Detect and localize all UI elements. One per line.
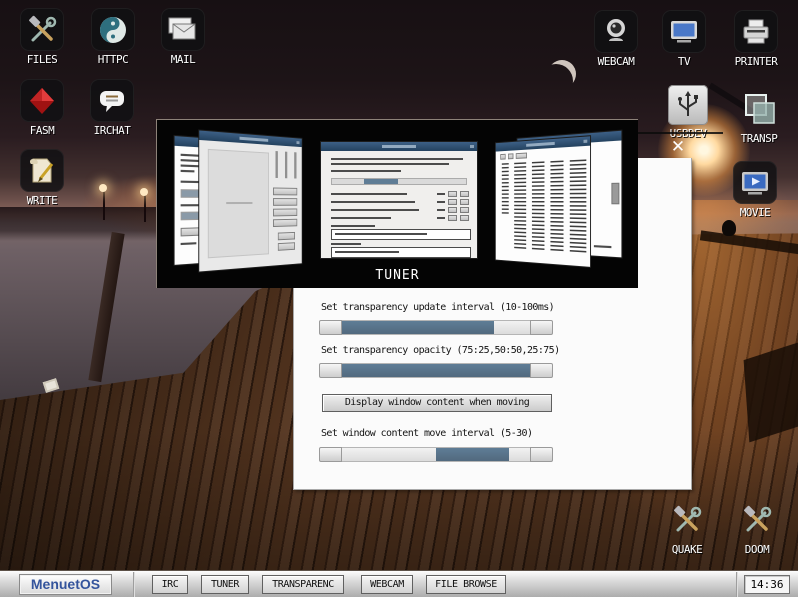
- update-interval-label: Set transparency update interval (10-100…: [321, 302, 555, 313]
- desktop-icon-irchat[interactable]: IRCHAT: [84, 79, 140, 137]
- webcam-icon: [594, 10, 638, 53]
- preview-file-listing: [496, 155, 590, 256]
- slider-track[interactable]: [342, 447, 530, 462]
- update-interval-slider[interactable]: [319, 320, 553, 335]
- usb-icon: [668, 85, 708, 125]
- deck-marker: [42, 378, 60, 393]
- icon-label: QUAKE: [671, 543, 703, 556]
- desktop-icon-files[interactable]: FILES: [14, 8, 70, 66]
- tools-icon: [665, 498, 709, 541]
- tools-icon: [735, 498, 779, 541]
- desktop-icon-printer[interactable]: PRINTER: [728, 10, 784, 68]
- icon-label: FILES: [26, 53, 58, 66]
- desktop-icon-doom[interactable]: DOOM: [729, 498, 785, 556]
- lamp-post: [103, 190, 105, 220]
- icon-label: MOVIE: [739, 206, 771, 219]
- play-screen-icon: [733, 161, 777, 204]
- lamp-light: [140, 188, 148, 196]
- icon-label: MAIL: [170, 53, 196, 66]
- window-preview-selected[interactable]: [320, 141, 478, 259]
- slider-right-cap[interactable]: [530, 447, 553, 462]
- preview-scrollbar: [611, 182, 620, 205]
- slider-right-cap[interactable]: [530, 363, 553, 378]
- window-preview-left[interactable]: [173, 127, 303, 274]
- desktop-icon-write[interactable]: WRITE: [14, 149, 70, 207]
- desktop-icon-mail[interactable]: MAIL: [155, 8, 211, 66]
- bird-silhouette: [722, 220, 736, 236]
- crescent-moon-icon: [548, 60, 576, 88]
- icon-label: WRITE: [26, 194, 58, 207]
- envelope-icon: [161, 8, 205, 51]
- desktop-icon-tv[interactable]: TV: [656, 10, 712, 68]
- slider-fill: [342, 321, 495, 334]
- opacity-label: Set transparency opacity (75:25,50:50,25…: [321, 345, 560, 356]
- desktop-wallpaper: FILES HTTPC MAIL FASM IRCHAT WRITE WEBCAM TV PRI…: [0, 0, 798, 570]
- desktop-icon-httpc[interactable]: HTTPC: [85, 8, 141, 66]
- slider-left-cap[interactable]: [319, 320, 342, 335]
- overlap-squares-icon: [737, 87, 781, 130]
- desktop-icon-movie[interactable]: MOVIE: [727, 161, 783, 219]
- preview-front-window: [494, 135, 592, 268]
- icon-label: DOOM: [744, 543, 770, 556]
- menuetos-screen: FILES HTTPC MAIL FASM IRCHAT WRITE WEBCAM TV PRI…: [0, 0, 798, 597]
- preview-content: [321, 151, 477, 258]
- slider-right-cap[interactable]: [530, 320, 553, 335]
- task-switcher-overlay: TUNER: [156, 119, 638, 288]
- gem-icon: [20, 79, 64, 122]
- desktop-icon-quake[interactable]: QUAKE: [659, 498, 715, 556]
- yinyang-icon: [91, 8, 135, 51]
- slider-fill: [342, 364, 530, 377]
- slider-fill: [436, 448, 510, 461]
- close-icon[interactable]: ✕: [666, 137, 690, 157]
- preview-titlebar: [199, 130, 302, 148]
- icon-label: WEBCAM: [597, 55, 635, 68]
- lamp-light: [99, 184, 107, 192]
- display-content-when-moving-button[interactable]: Display window content when moving: [322, 394, 552, 412]
- taskbar-task-webcam[interactable]: WEBCAM: [361, 575, 413, 594]
- icon-label: IRCHAT: [93, 124, 131, 137]
- printer-icon: [734, 10, 778, 53]
- scroll-pen-icon: [20, 149, 64, 192]
- desktop-icon-webcam[interactable]: WEBCAM: [588, 10, 644, 68]
- slider-left-cap[interactable]: [319, 447, 342, 462]
- taskbar-separator: [736, 572, 738, 597]
- taskbar-task-file-browse[interactable]: FILE BROWSE: [426, 575, 506, 594]
- icon-label: TRANSP: [740, 132, 778, 145]
- preview-content: [593, 245, 612, 249]
- preview-panel: [207, 148, 270, 259]
- opacity-slider[interactable]: [319, 363, 553, 378]
- tv-icon: [662, 10, 706, 53]
- icon-label: PRINTER: [734, 55, 778, 68]
- icon-label: FASM: [29, 124, 55, 137]
- preview-tuner-window: [320, 141, 478, 259]
- tools-icon: [20, 8, 64, 51]
- taskbar-task-transparenc[interactable]: TRANSPARENC: [262, 575, 344, 594]
- lamp-post: [144, 194, 146, 222]
- slider-left-cap[interactable]: [319, 363, 342, 378]
- taskbar-task-irc[interactable]: IRC: [152, 575, 188, 594]
- chat-bubble-icon: [90, 79, 134, 122]
- move-interval-slider[interactable]: [319, 447, 553, 462]
- taskbar-separator: [133, 572, 135, 597]
- preview-controls: [273, 151, 299, 265]
- slider-track[interactable]: [342, 363, 530, 378]
- menuetos-menu-button[interactable]: MenuetOS: [19, 574, 112, 595]
- taskbar: MenuetOS IRC TUNER TRANSPARENC WEBCAM FILE B…: [0, 570, 798, 597]
- desktop-icon-transp[interactable]: TRANSP: [731, 87, 787, 145]
- deck-bench-shadow: [743, 341, 798, 443]
- taskbar-clock: 14:36: [744, 575, 790, 594]
- desktop-icon-fasm[interactable]: FASM: [14, 79, 70, 137]
- icon-label: HTTPC: [97, 53, 129, 66]
- taskbar-task-tuner[interactable]: TUNER: [201, 575, 249, 594]
- slider-track[interactable]: [342, 320, 530, 335]
- window-preview-right[interactable]: [494, 126, 623, 273]
- move-interval-label: Set window content move interval (5-30): [321, 428, 533, 439]
- preview-titlebar: [321, 142, 477, 151]
- preview-front-window: [198, 129, 303, 273]
- switcher-selected-label: TUNER: [375, 268, 420, 283]
- wooden-pole: [88, 231, 125, 383]
- icon-label: TV: [677, 55, 691, 68]
